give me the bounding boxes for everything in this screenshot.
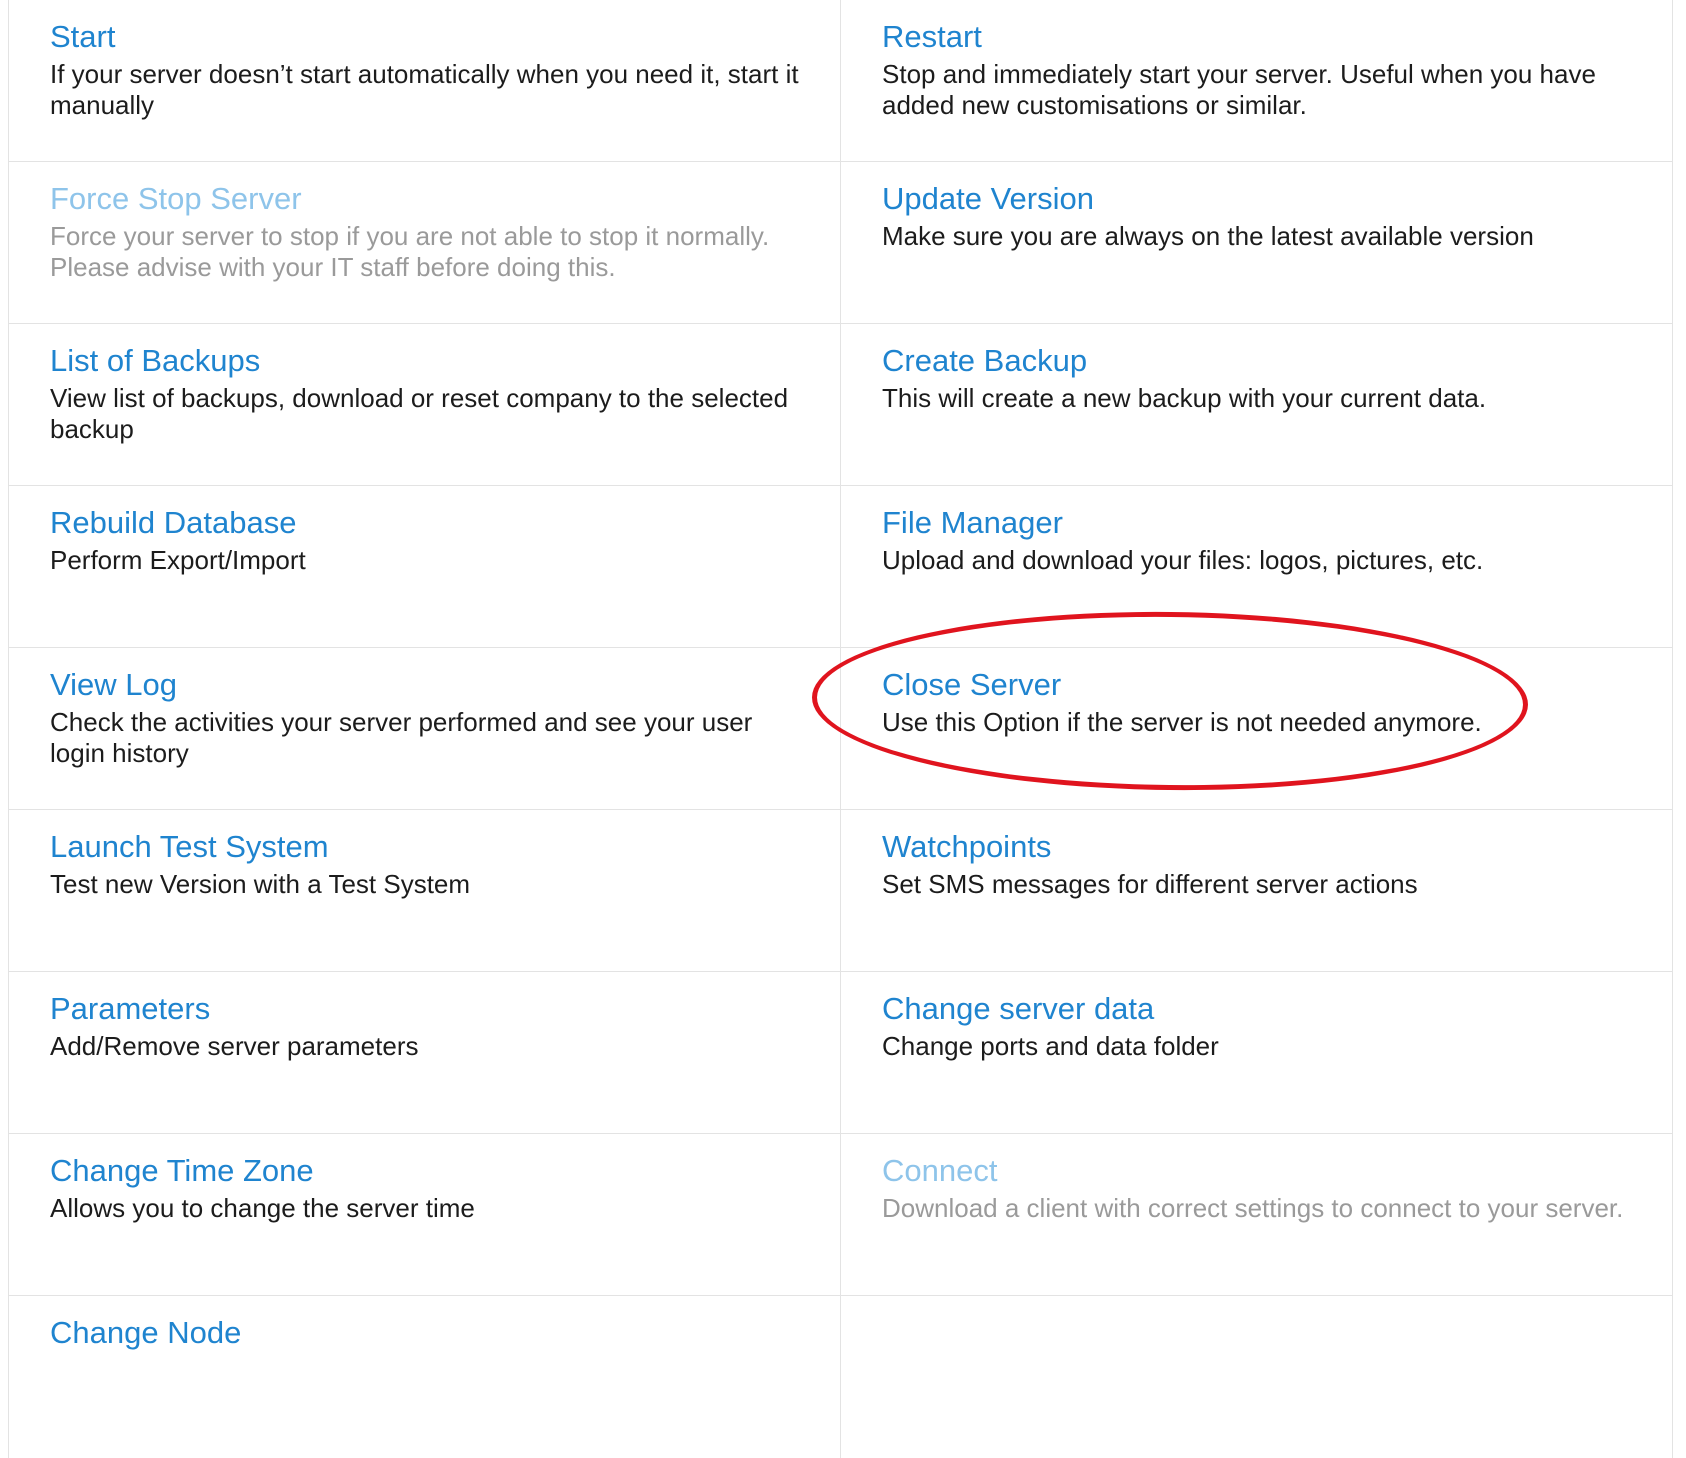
- update-version-description: Make sure you are always on the latest a…: [882, 221, 1534, 251]
- connect-description: Download a client with correct settings …: [882, 1193, 1624, 1223]
- watchpoints-description: Set SMS messages for different server ac…: [882, 869, 1418, 899]
- restart-link[interactable]: Restart: [882, 18, 982, 56]
- force-stop-server-description: Force your server to stop if you are not…: [50, 221, 770, 282]
- connect-link: Connect: [882, 1153, 998, 1188]
- file-manager-description: Upload and download your files: logos, p…: [882, 545, 1484, 575]
- change-time-zone-link[interactable]: Change Time Zone: [50, 1152, 314, 1190]
- action-card-force-stop-server: Force Stop Server Force your server to s…: [9, 162, 841, 324]
- action-card-watchpoints[interactable]: Watchpoints Set SMS messages for differe…: [841, 810, 1673, 972]
- action-card-change-time-zone[interactable]: Change Time Zone Allows you to change th…: [9, 1134, 841, 1296]
- create-backup-description: This will create a new backup with your …: [882, 383, 1487, 413]
- server-actions-grid: Start If your server doesn’t start autom…: [8, 0, 1673, 1458]
- action-card-close-server[interactable]: Close Server Use this Option if the serv…: [841, 648, 1673, 810]
- start-description: If your server doesn’t start automatical…: [50, 59, 799, 120]
- change-server-data-description: Change ports and data folder: [882, 1031, 1219, 1061]
- view-log-link[interactable]: View Log: [50, 666, 177, 704]
- change-server-data-link[interactable]: Change server data: [882, 990, 1154, 1028]
- create-backup-link[interactable]: Create Backup: [882, 342, 1087, 380]
- action-card-file-manager[interactable]: File Manager Upload and download your fi…: [841, 486, 1673, 648]
- list-of-backups-description: View list of backups, download or reset …: [50, 383, 789, 444]
- launch-test-system-link[interactable]: Launch Test System: [50, 828, 329, 866]
- action-card-rebuild-database[interactable]: Rebuild Database Perform Export/Import: [9, 486, 841, 648]
- update-version-link[interactable]: Update Version: [882, 180, 1094, 218]
- start-link[interactable]: Start: [50, 18, 115, 56]
- parameters-description: Add/Remove server parameters: [50, 1031, 419, 1061]
- close-server-description: Use this Option if the server is not nee…: [882, 707, 1482, 737]
- action-card-parameters[interactable]: Parameters Add/Remove server parameters: [9, 972, 841, 1134]
- action-card-create-backup[interactable]: Create Backup This will create a new bac…: [841, 324, 1673, 486]
- action-card-launch-test-system[interactable]: Launch Test System Test new Version with…: [9, 810, 841, 972]
- action-card-restart[interactable]: Restart Stop and immediately start your …: [841, 0, 1673, 162]
- watchpoints-link[interactable]: Watchpoints: [882, 828, 1051, 866]
- file-manager-link[interactable]: File Manager: [882, 504, 1063, 542]
- list-of-backups-link[interactable]: List of Backups: [50, 342, 260, 380]
- action-card-change-node[interactable]: Change Node: [9, 1296, 841, 1458]
- parameters-link[interactable]: Parameters: [50, 990, 210, 1028]
- action-card-change-server-data[interactable]: Change server data Change ports and data…: [841, 972, 1673, 1134]
- change-time-zone-description: Allows you to change the server time: [50, 1193, 475, 1223]
- force-stop-server-link: Force Stop Server: [50, 181, 302, 216]
- action-card-view-log[interactable]: View Log Check the activities your serve…: [9, 648, 841, 810]
- change-node-link[interactable]: Change Node: [50, 1314, 241, 1352]
- action-card-connect: Connect Download a client with correct s…: [841, 1134, 1673, 1296]
- launch-test-system-description: Test new Version with a Test System: [50, 869, 471, 899]
- rebuild-database-description: Perform Export/Import: [50, 545, 306, 575]
- rebuild-database-link[interactable]: Rebuild Database: [50, 504, 296, 542]
- action-card-empty: [841, 1296, 1673, 1458]
- restart-description: Stop and immediately start your server. …: [882, 59, 1596, 120]
- action-card-start[interactable]: Start If your server doesn’t start autom…: [9, 0, 841, 162]
- action-card-update-version[interactable]: Update Version Make sure you are always …: [841, 162, 1673, 324]
- view-log-description: Check the activities your server perform…: [50, 707, 753, 768]
- close-server-link[interactable]: Close Server: [882, 666, 1061, 704]
- action-card-list-of-backups[interactable]: List of Backups View list of backups, do…: [9, 324, 841, 486]
